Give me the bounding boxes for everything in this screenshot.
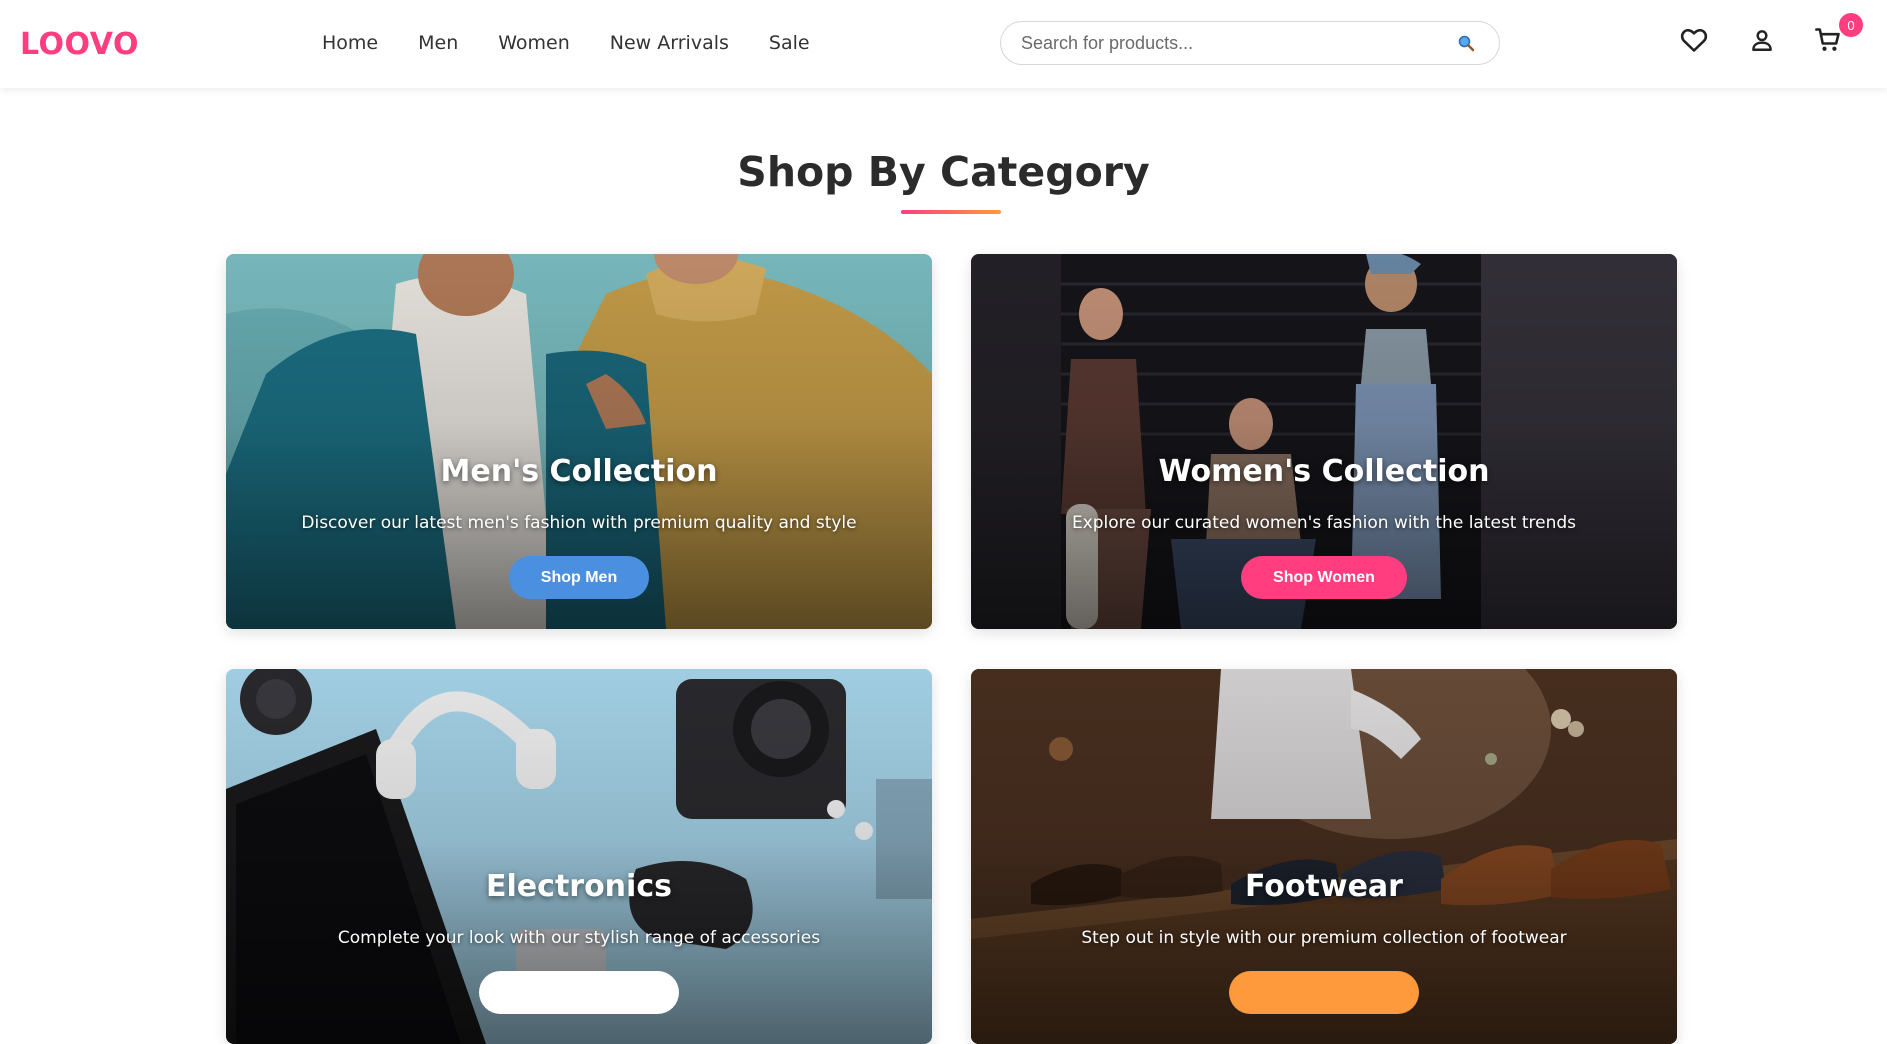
brand-logo[interactable]: LOOVO: [20, 27, 139, 62]
search-bar: [1000, 21, 1500, 65]
category-content: Men's Collection Discover our latest men…: [226, 454, 932, 599]
category-card-footwear[interactable]: Footwear Step out in style with our prem…: [971, 669, 1677, 1044]
category-title: Women's Collection: [1158, 454, 1490, 489]
nav-item-men[interactable]: Men: [418, 32, 458, 54]
search-input[interactable]: [1021, 32, 1453, 54]
category-description: Explore our curated women's fashion with…: [1071, 513, 1577, 533]
section-title: Shop By Category: [737, 148, 1150, 196]
shop-electronics-button[interactable]: [479, 971, 679, 1014]
user-icon[interactable]: [1746, 24, 1778, 56]
nav-item-new-arrivals[interactable]: New Arrivals: [610, 32, 729, 54]
main-nav: Home Men Women New Arrivals Sale: [322, 32, 810, 54]
shop-men-button[interactable]: Shop Men: [508, 556, 650, 599]
category-card-women[interactable]: Women's Collection Explore our curated w…: [971, 254, 1677, 629]
cart-count-badge: 0: [1839, 13, 1863, 37]
category-title: Footwear: [1245, 869, 1403, 904]
site-header: LOOVO Home Men Women New Arrivals Sale S…: [0, 0, 1887, 88]
category-content: Women's Collection Explore our curated w…: [971, 454, 1677, 599]
nav-item-women[interactable]: Women: [498, 32, 570, 54]
category-title: Electronics: [486, 869, 672, 904]
shop-footwear-button[interactable]: [1229, 971, 1419, 1014]
category-description: Discover our latest men's fashion with p…: [301, 513, 857, 533]
category-description: Step out in style with our premium colle…: [1081, 928, 1567, 948]
category-card-men[interactable]: Men's Collection Discover our latest men…: [226, 254, 932, 629]
title-underline: [901, 210, 1001, 214]
search-icon[interactable]: [1453, 30, 1479, 56]
nav-item-sale[interactable]: Sale: [769, 32, 810, 54]
category-card-electronics[interactable]: Electronics Complete your look with our …: [226, 669, 932, 1044]
heart-icon[interactable]: [1678, 24, 1710, 56]
category-content: Footwear Step out in style with our prem…: [971, 869, 1677, 1019]
category-description: Complete your look with our stylish rang…: [337, 928, 821, 948]
category-title: Men's Collection: [440, 454, 718, 489]
nav-item-home[interactable]: Home: [322, 32, 378, 54]
category-content: Electronics Complete your look with our …: [226, 869, 932, 1019]
shop-women-button[interactable]: Shop Women: [1241, 556, 1407, 599]
